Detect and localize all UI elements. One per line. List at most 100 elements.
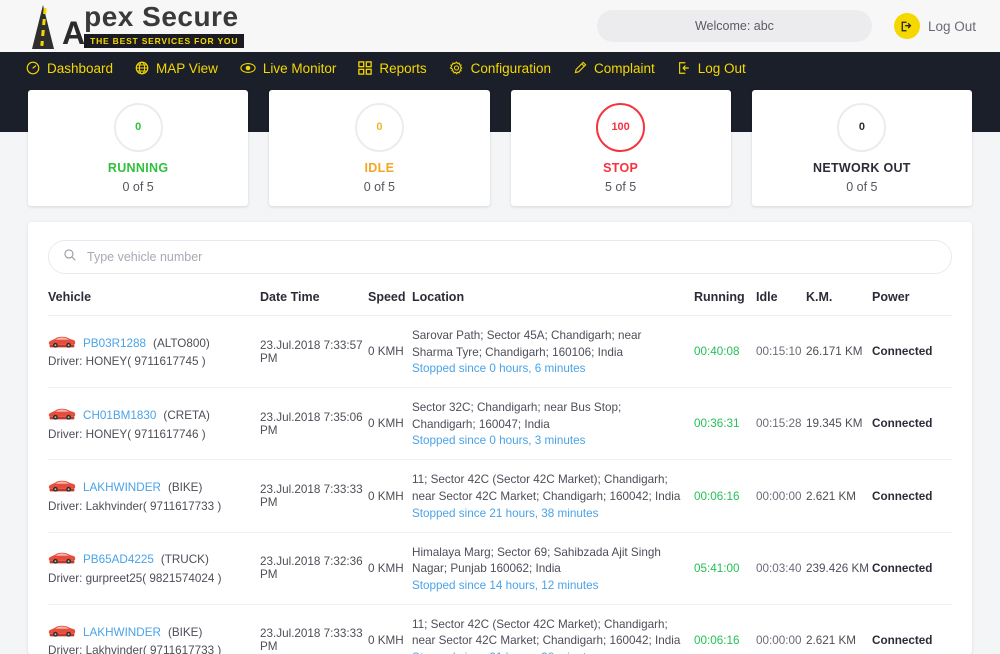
vehicle-type: (TRUCK) [160, 553, 209, 567]
cell-km: 239.426 KM [806, 532, 872, 605]
table-row[interactable]: LAKHWINDER (BIKE) Driver: Lakhvinder( 97… [48, 604, 952, 654]
stopped-since-link[interactable]: Stopped since 0 hours, 6 minutes [412, 362, 684, 375]
search-input[interactable] [87, 250, 937, 264]
network-out-value: 0 [858, 121, 865, 133]
table-body: PB03R1288 (ALTO800) Driver: HONEY( 97116… [48, 315, 952, 654]
stopped-since-link[interactable]: Stopped since 14 hours, 12 minutes [412, 579, 684, 592]
vehicle-number-link[interactable]: LAKHWINDER [83, 481, 161, 496]
running-label: RUNNING [107, 160, 169, 175]
table-row[interactable]: LAKHWINDER (BIKE) Driver: Lakhvinder( 97… [48, 459, 952, 533]
cell-running: 00:36:31 [694, 387, 756, 461]
cell-datetime: 23.Jul.2018 7:33:33 PM [260, 604, 368, 654]
logout-icon [677, 61, 691, 75]
dashboard-icon [26, 61, 40, 75]
col-idle[interactable]: Idle [756, 290, 806, 316]
km-value: 26.171 KM [806, 345, 863, 359]
cell-location: Himalaya Marg; Sector 69; Sahibzada Ajit… [412, 532, 694, 605]
table-row[interactable]: CH01BM1830 (CRETA) Driver: HONEY( 971161… [48, 387, 952, 461]
nav-label: Reports [379, 60, 427, 76]
vehicle-number-link[interactable]: CH01BM1830 [83, 409, 156, 424]
stop-value: 100 [611, 121, 630, 133]
main-nav: Dashboard MAP View Live Monitor Reports … [0, 52, 1000, 84]
welcome-text: Welcome: abc [694, 19, 774, 33]
cell-location: 11; Sector 42C (Sector 42C Market); Chan… [412, 459, 694, 533]
cell-running: 00:06:16 [694, 604, 756, 654]
running-value: 05:41:00 [694, 561, 740, 575]
km-value: 239.426 KM [806, 561, 870, 575]
stopped-since-link[interactable]: Stopped since 21 hours, 38 minutes [412, 507, 684, 520]
table-header-row: Vehicle Date Time Speed Location Running… [48, 290, 952, 316]
col-speed[interactable]: Speed [368, 290, 412, 316]
logout-icon [893, 13, 920, 39]
vehicle-number-link[interactable]: PB03R1288 [83, 337, 146, 352]
pencil-icon [573, 61, 587, 75]
vehicle-number-link[interactable]: LAKHWINDER [83, 626, 161, 641]
network-out-sub: 0 of 5 [846, 179, 878, 194]
col-running[interactable]: Running [694, 290, 756, 316]
col-vehicle[interactable]: Vehicle [48, 290, 260, 316]
nav-item-reports[interactable]: Reports [358, 60, 427, 76]
location-address: 11; Sector 42C (Sector 42C Market); Chan… [412, 617, 681, 648]
stat-card-running[interactable]: 0 RUNNING 0 of 5 [28, 90, 249, 206]
search-icon [63, 248, 77, 267]
welcome-badge: Welcome: abc [596, 10, 872, 42]
nav-item-map-view[interactable]: MAP View [135, 61, 218, 76]
logout-label-top: Log Out [927, 18, 976, 34]
nav-label: MAP View [156, 60, 218, 76]
col-power[interactable]: Power [872, 290, 952, 316]
idle-value: 00:00:00 [756, 633, 802, 647]
network-out-donut: 0 [837, 102, 887, 152]
driver-info: Driver: HONEY( 9711617746 ) [48, 427, 206, 441]
eye-icon [240, 61, 256, 75]
cell-speed: 0 KMH [368, 459, 412, 533]
km-value: 2.621 KM [806, 489, 857, 503]
cell-idle: 00:00:00 [756, 459, 806, 533]
running-value: 0 [135, 121, 142, 133]
nav-item-live-monitor[interactable]: Live Monitor [240, 61, 336, 76]
nav-item-configuration[interactable]: Configuration [449, 61, 551, 76]
running-donut: 0 [113, 102, 163, 152]
app-logo[interactable]: A pex Secure THE BEST SERVICES FOR YOU [30, 1, 245, 49]
idle-label: IDLE [364, 160, 395, 175]
nav-item-log-out[interactable]: Log Out [677, 61, 746, 76]
stop-label: STOP [603, 160, 639, 175]
driver-info: Driver: Lakhvinder( 9711617733 ) [48, 644, 222, 654]
stopped-since-link[interactable]: Stopped since 0 hours, 3 minutes [412, 434, 684, 447]
col-datetime[interactable]: Date Time [260, 290, 368, 316]
cell-speed: 0 KMH [368, 387, 412, 461]
cell-vehicle: PB65AD4225 (TRUCK) Driver: gurpreet25( 9… [48, 532, 260, 605]
location-address: 11; Sector 42C (Sector 42C Market); Chan… [412, 473, 681, 504]
car-icon [48, 624, 76, 643]
table-row[interactable]: PB03R1288 (ALTO800) Driver: HONEY( 97116… [48, 315, 952, 389]
col-km[interactable]: K.M. [806, 290, 872, 316]
car-icon [48, 479, 76, 498]
stat-card-network-out[interactable]: 0 NETWORK OUT 0 of 5 [751, 90, 972, 206]
vehicle-table: Vehicle Date Time Speed Location Running… [48, 290, 952, 654]
logo-tagline: THE BEST SERVICES FOR YOU [84, 34, 245, 48]
grid-icon [358, 61, 373, 75]
cell-speed: 0 KMH [368, 532, 412, 605]
cell-km: 19.345 KM [806, 387, 872, 461]
stat-card-stop[interactable]: 100 STOP 5 of 5 [510, 90, 731, 206]
col-location[interactable]: Location [412, 290, 694, 316]
nav-item-dashboard[interactable]: Dashboard [26, 61, 113, 76]
cell-idle: 00:03:40 [756, 532, 806, 605]
search-box[interactable] [48, 240, 952, 274]
running-sub: 0 of 5 [122, 179, 154, 194]
vehicle-list-panel: Vehicle Date Time Speed Location Running… [28, 222, 972, 654]
dashboard-page: A pex Secure THE BEST SERVICES FOR YOU W… [0, 0, 1000, 654]
nav-label: Configuration [470, 60, 551, 76]
driver-info: Driver: gurpreet25( 9821574024 ) [48, 572, 222, 586]
vehicle-number-link[interactable]: PB65AD4225 [83, 553, 154, 568]
table-row[interactable]: PB65AD4225 (TRUCK) Driver: gurpreet25( 9… [48, 532, 952, 605]
road-logo-icon [30, 3, 78, 49]
nav-item-complaint[interactable]: Complaint [573, 61, 655, 76]
stat-card-idle[interactable]: 0 IDLE 0 of 5 [269, 90, 490, 206]
power-status: Connected [872, 561, 933, 575]
cell-running: 05:41:00 [694, 532, 756, 605]
logout-button-top[interactable]: Log Out [893, 13, 976, 39]
stop-sub: 5 of 5 [604, 179, 637, 194]
cell-power: Connected [872, 604, 952, 654]
cell-speed: 0 KMH [368, 604, 412, 654]
cell-speed: 0 KMH [368, 315, 412, 389]
